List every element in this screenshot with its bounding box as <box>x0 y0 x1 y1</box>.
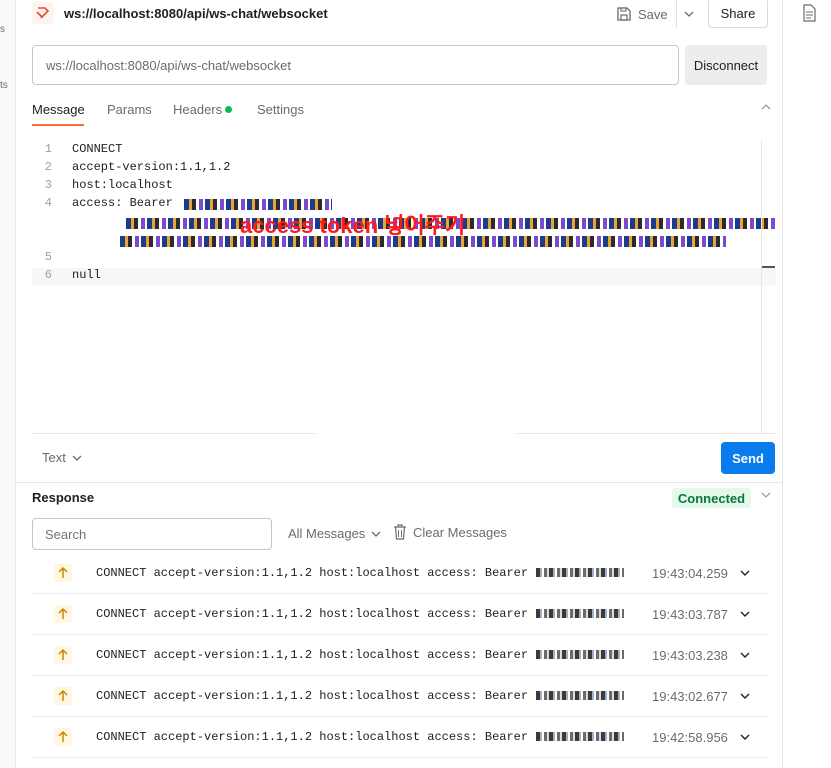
left-sidebar-edge: s ts <box>0 0 16 768</box>
message-text: CONNECT accept-version:1.1,1.2 host:loca… <box>96 648 529 662</box>
message-row[interactable]: CONNECT accept-version:1.1,1.2 host:loca… <box>32 553 768 594</box>
format-label: Text <box>42 450 66 465</box>
scroll-position-marker <box>762 266 775 268</box>
filter-label: All Messages <box>288 526 366 541</box>
search-input[interactable] <box>32 518 272 550</box>
tab-message[interactable]: Message <box>32 102 85 117</box>
code-text: access: Bearer <box>72 196 181 210</box>
trash-icon <box>394 524 406 540</box>
send-button[interactable]: Send <box>721 442 775 474</box>
redacted-token <box>536 691 624 700</box>
sent-arrow-icon <box>54 687 72 705</box>
message-timestamp: 19:43:02.677 <box>652 689 728 704</box>
message-timestamp: 19:43:04.259 <box>652 566 728 581</box>
document-icon[interactable] <box>801 4 817 22</box>
chevron-down-icon <box>72 455 82 461</box>
chevron-down-icon[interactable] <box>740 570 750 576</box>
message-row[interactable]: CONNECT accept-version:1.1,1.2 host:loca… <box>32 635 768 676</box>
editor-line: 2 accept-version:1.1,1.2 <box>32 160 776 178</box>
sidebar-fragment: ts <box>0 80 8 91</box>
message-row[interactable]: CONNECT accept-version:1.1,1.2 host:loca… <box>32 676 768 717</box>
tab-headers[interactable]: Headers <box>173 102 233 117</box>
code-text: CONNECT <box>72 142 123 156</box>
redacted-token <box>536 609 624 618</box>
redacted-token <box>536 568 624 577</box>
message-filter-dropdown[interactable]: All Messages <box>288 526 381 541</box>
line-number: 5 <box>44 250 52 264</box>
response-title: Response <box>32 490 95 505</box>
request-title: ws://localhost:8080/api/ws-chat/websocke… <box>64 6 328 21</box>
message-text: CONNECT accept-version:1.1,1.2 host:loca… <box>96 607 529 621</box>
format-select[interactable]: Text <box>42 450 82 465</box>
code-text: host:localhost <box>72 178 173 192</box>
line-number: 1 <box>44 142 52 156</box>
editor-line: 5 <box>32 250 776 268</box>
redaction-block <box>316 432 516 484</box>
websocket-request-pane: ws://localhost:8080/api/ws-chat/websocke… <box>16 0 782 768</box>
clear-messages-button[interactable]: Clear Messages <box>393 524 507 540</box>
chevron-down-icon[interactable] <box>740 611 750 617</box>
tab-headers-label: Headers <box>173 102 223 117</box>
editor-line: 6 null <box>32 268 776 286</box>
tab-params[interactable]: Params <box>107 102 152 117</box>
clear-label: Clear Messages <box>413 524 507 540</box>
line-number: 6 <box>44 268 52 282</box>
message-row[interactable]: CONNECT accept-version:1.1,1.2 host:loca… <box>32 594 768 635</box>
chevron-down-icon[interactable] <box>740 652 750 658</box>
message-text: CONNECT accept-version:1.1,1.2 host:loca… <box>96 730 529 744</box>
status-badge: Connected <box>672 488 751 508</box>
share-button[interactable]: Share <box>708 0 768 28</box>
message-timestamp: 19:43:03.787 <box>652 607 728 622</box>
chevron-down-icon <box>371 531 381 537</box>
sent-arrow-icon <box>54 646 72 664</box>
chevron-down-icon <box>684 11 693 17</box>
sent-arrow-icon <box>54 564 72 582</box>
sidebar-fragment: s <box>0 24 5 35</box>
message-text: CONNECT accept-version:1.1,1.2 host:loca… <box>96 566 529 580</box>
active-tab-indicator <box>32 124 84 126</box>
editor-line: 1 CONNECT <box>32 142 776 160</box>
chevron-down-icon[interactable] <box>740 734 750 740</box>
redacted-token <box>536 732 624 741</box>
message-timestamp: 19:43:03.238 <box>652 648 728 663</box>
tab-settings[interactable]: Settings <box>257 102 304 117</box>
message-timestamp: 19:42:58.956 <box>652 730 728 745</box>
save-options-button[interactable] <box>676 0 700 28</box>
disconnect-button[interactable]: Disconnect <box>685 45 767 85</box>
message-row[interactable]: CONNECT accept-version:1.1,1.2 host:loca… <box>32 717 768 758</box>
code-text: accept-version:1.1,1.2 <box>72 160 231 174</box>
chevron-up-icon[interactable] <box>761 104 771 110</box>
line-number: 4 <box>44 196 52 210</box>
request-tabs: Message Params Headers Settings <box>32 96 777 126</box>
websocket-icon <box>32 2 54 24</box>
line-number: 2 <box>44 160 52 174</box>
annotation-label: access token 넣어주기 <box>240 213 466 238</box>
code-text: null <box>72 268 101 282</box>
redacted-token <box>536 650 624 659</box>
chevron-down-icon[interactable] <box>740 693 750 699</box>
save-label: Save <box>638 6 668 22</box>
chevron-down-icon[interactable] <box>761 492 771 498</box>
sent-arrow-icon <box>54 728 72 746</box>
save-button[interactable]: Save <box>616 2 668 26</box>
editor-line: 3 host:localhost <box>32 178 776 196</box>
line-number: 3 <box>44 178 52 192</box>
message-text: CONNECT accept-version:1.1,1.2 host:loca… <box>96 689 529 703</box>
message-editor[interactable]: 1 CONNECT 2 accept-version:1.1,1.2 3 hos… <box>32 140 776 432</box>
headers-active-dot <box>225 106 233 113</box>
editor-scrollbar[interactable] <box>761 140 775 434</box>
sent-arrow-icon <box>54 605 72 623</box>
url-input[interactable] <box>32 45 679 85</box>
save-icon <box>617 7 631 21</box>
right-sidebar <box>782 0 831 768</box>
divider <box>16 482 782 483</box>
